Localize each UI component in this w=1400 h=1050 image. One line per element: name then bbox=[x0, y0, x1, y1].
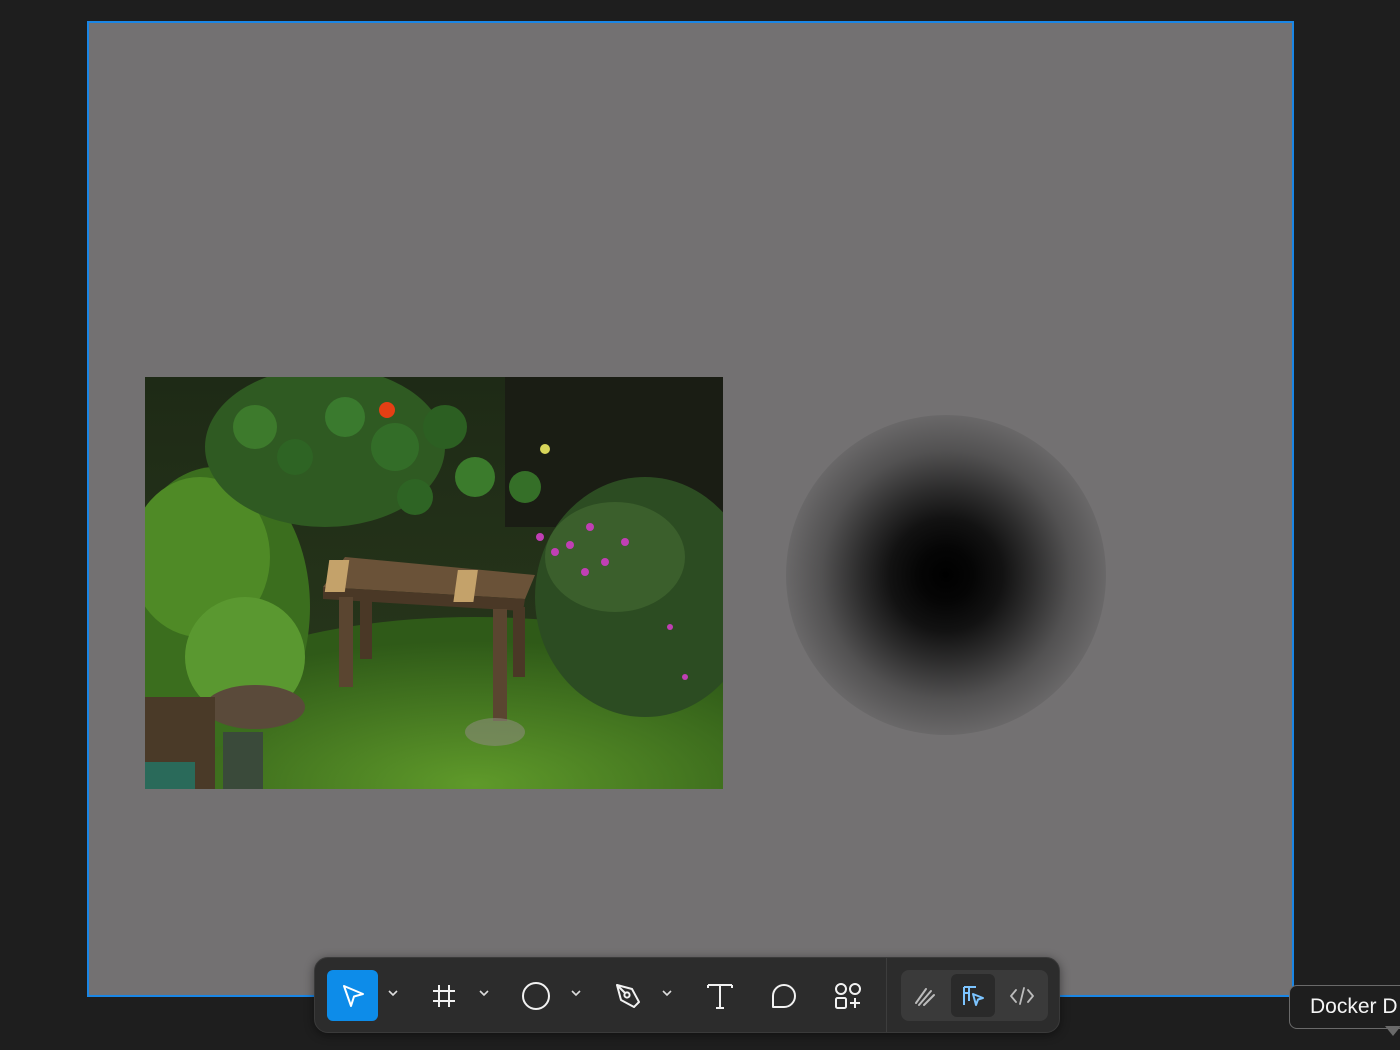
frame-tool-menu-chevron[interactable] bbox=[477, 986, 491, 1000]
mode-switcher bbox=[901, 970, 1048, 1021]
draw-mode-button[interactable] bbox=[903, 974, 947, 1017]
design-mode-button[interactable] bbox=[951, 974, 995, 1017]
toolbar-divider bbox=[886, 958, 887, 1032]
chevron-down-icon bbox=[479, 989, 489, 996]
garden-bench-image[interactable] bbox=[145, 377, 723, 789]
design-mode-icon bbox=[963, 985, 984, 1006]
selected-frame[interactable] bbox=[87, 21, 1294, 997]
actions-tool-button[interactable] bbox=[823, 970, 873, 1021]
code-brackets-icon bbox=[1010, 986, 1034, 1005]
shape-tool-menu-chevron[interactable] bbox=[569, 986, 583, 1000]
shapes-plus-icon bbox=[835, 982, 861, 1009]
comment-tool-button[interactable] bbox=[759, 970, 809, 1021]
chevron-down-icon bbox=[571, 989, 581, 996]
frame-tool-button[interactable] bbox=[421, 970, 467, 1021]
hash-frame-icon bbox=[433, 984, 455, 1007]
dev-mode-button[interactable] bbox=[1000, 974, 1044, 1017]
garden-bench-illustration bbox=[145, 377, 723, 789]
tooltip-tail bbox=[1385, 1026, 1400, 1036]
tooltip: Docker D bbox=[1289, 985, 1400, 1029]
ellipse-icon bbox=[522, 981, 550, 1010]
move-tool-button[interactable] bbox=[327, 970, 378, 1021]
shape-tool-button[interactable] bbox=[511, 970, 561, 1021]
draw-squiggle-icon bbox=[915, 987, 935, 1006]
move-tool-menu-chevron[interactable] bbox=[386, 986, 400, 1000]
cursor-arrow-icon bbox=[342, 984, 364, 1007]
text-tool-button[interactable] bbox=[695, 970, 745, 1021]
chevron-down-icon bbox=[388, 989, 398, 996]
text-t-icon bbox=[707, 983, 733, 1009]
pen-tool-menu-chevron[interactable] bbox=[660, 986, 674, 1000]
comment-bubble-icon bbox=[772, 983, 796, 1008]
pen-tool-button[interactable] bbox=[603, 970, 653, 1021]
bottom-toolbar bbox=[314, 957, 1060, 1033]
pen-nib-icon bbox=[616, 983, 640, 1008]
canvas[interactable] bbox=[0, 0, 1400, 1050]
blurred-ellipse[interactable] bbox=[786, 415, 1106, 735]
chevron-down-icon bbox=[662, 989, 672, 996]
